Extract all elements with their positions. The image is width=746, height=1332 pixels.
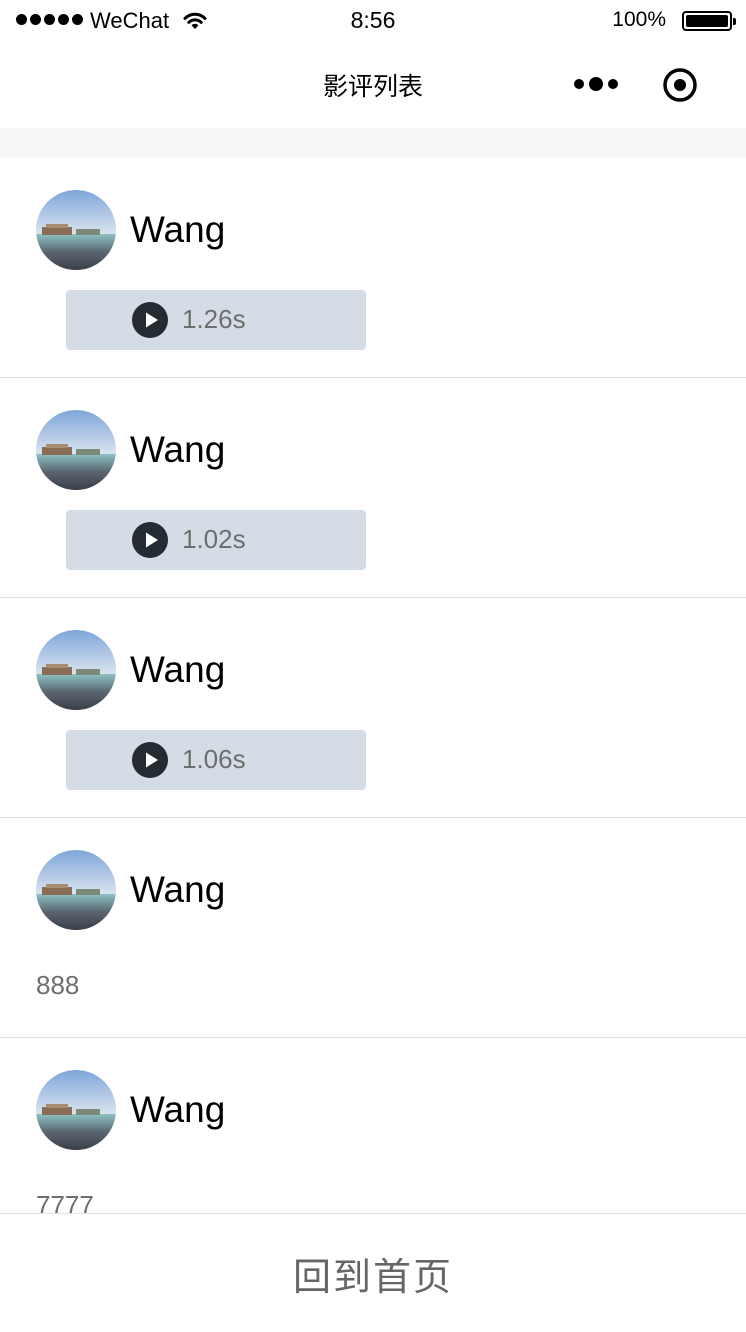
user-name: Wang (130, 209, 226, 250)
review-item: Wang 1.06s (0, 598, 746, 818)
voice-duration: 1.06s (182, 744, 246, 774)
user-name: Wang (130, 869, 226, 910)
review-text: 888 (36, 970, 80, 1000)
page-title: 影评列表 (322, 72, 423, 101)
back-to-home-button[interactable]: 回到首页 (0, 1214, 746, 1332)
navigation-bar: 影评列表 (0, 40, 746, 128)
status-bar: WeChat 8:56 100% (0, 0, 746, 40)
header-divider-band (0, 128, 746, 158)
voice-play-button[interactable]: 1.06s (66, 730, 366, 790)
voice-duration: 1.26s (182, 304, 246, 334)
back-to-home-label: 回到首页 (292, 1255, 453, 1299)
avatar[interactable] (36, 1070, 116, 1150)
avatar-photo-icon (36, 630, 116, 710)
avatar[interactable] (36, 850, 116, 930)
review-list[interactable]: Wang 1.26s Wang 1.02s Wang 1.06s Wang 88… (0, 158, 746, 1213)
footer-bar: 回到首页 (0, 1213, 746, 1332)
avatar[interactable] (36, 190, 116, 270)
review-item: Wang 1.26s (0, 158, 746, 378)
voice-play-button[interactable]: 1.02s (66, 510, 366, 570)
review-item: Wang 1.02s (0, 378, 746, 598)
user-name: Wang (130, 429, 226, 470)
play-icon (132, 742, 168, 778)
battery-percentage: 100% (612, 8, 666, 31)
avatar[interactable] (36, 410, 116, 490)
avatar-photo-icon (36, 410, 116, 490)
review-item: Wang 7777 (0, 1038, 746, 1213)
more-icon[interactable] (572, 70, 620, 98)
review-text: 7777 (36, 1190, 94, 1213)
close-target-icon[interactable] (662, 67, 698, 103)
avatar-photo-icon (36, 190, 116, 270)
avatar-photo-icon (36, 1070, 116, 1150)
avatar[interactable] (36, 630, 116, 710)
play-icon (132, 522, 168, 558)
user-name: Wang (130, 649, 226, 690)
play-icon (132, 302, 168, 338)
voice-duration: 1.02s (182, 524, 246, 554)
avatar-photo-icon (36, 850, 116, 930)
user-name: Wang (130, 1089, 226, 1130)
battery-icon (682, 11, 736, 31)
voice-play-button[interactable]: 1.26s (66, 290, 366, 350)
review-item: Wang 888 (0, 818, 746, 1038)
